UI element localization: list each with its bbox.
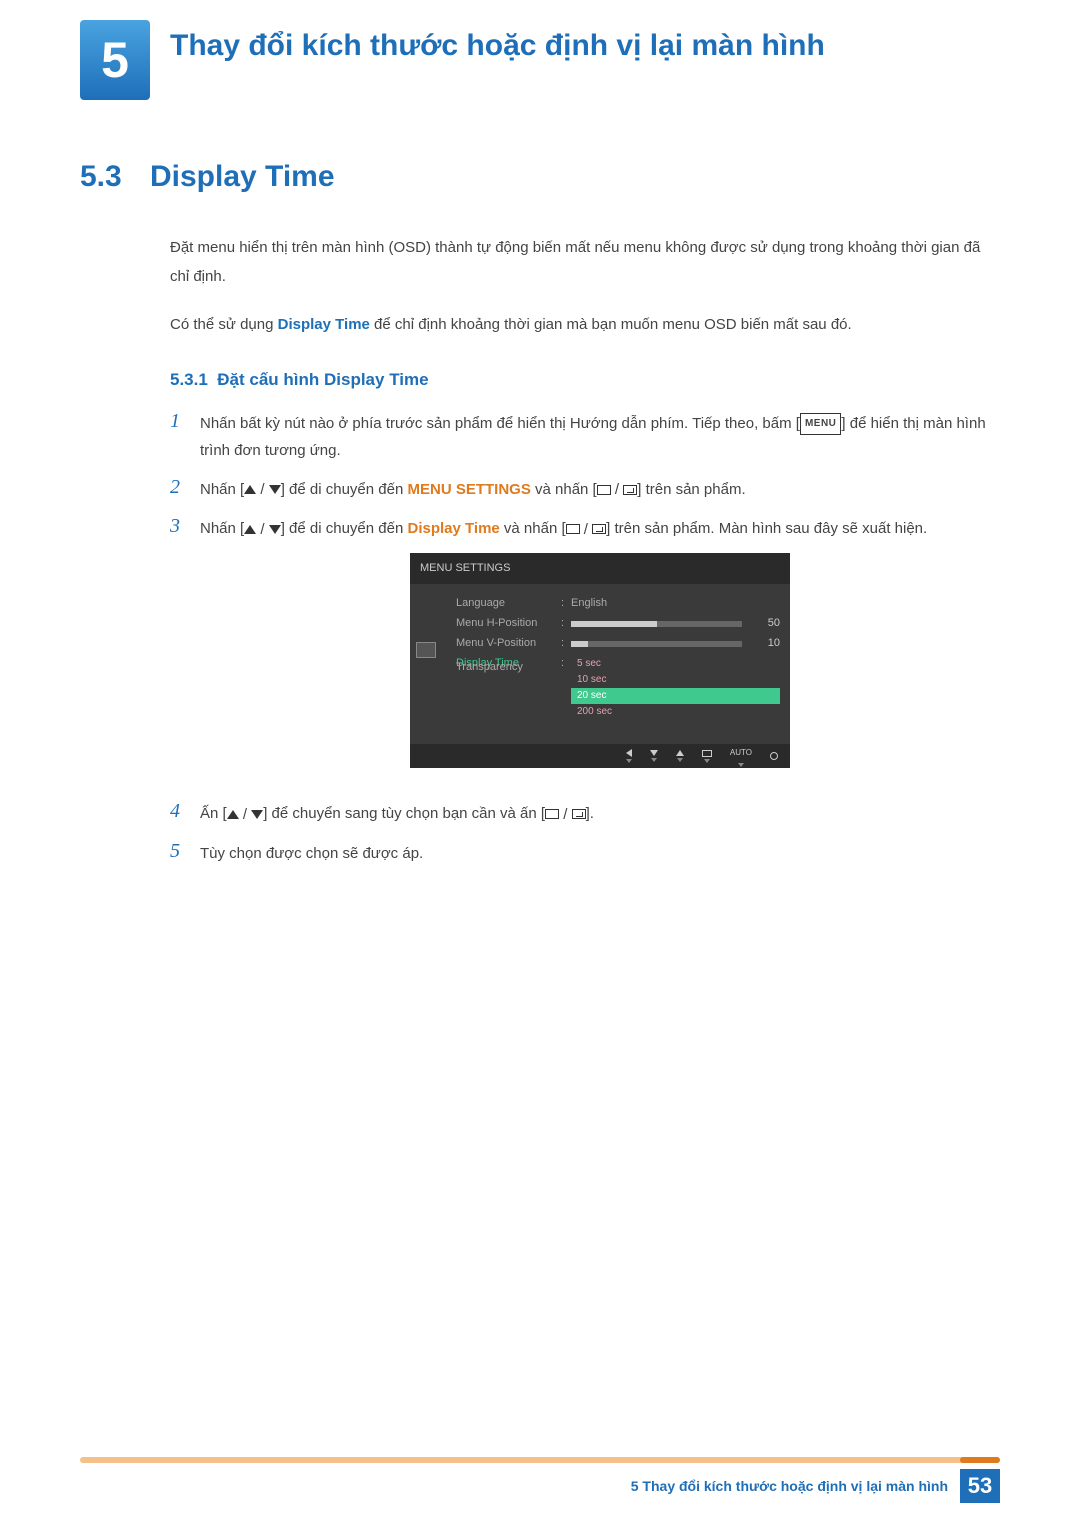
osd-select-icon bbox=[702, 750, 712, 757]
section-heading: 5.3Display Time bbox=[80, 160, 1000, 194]
osd-row-v-position: Menu V-Position : 10 bbox=[456, 634, 780, 654]
select-enter-icon: / bbox=[566, 516, 607, 543]
step-2: 2 Nhấn [ / ] để di chuyển đến MENU SETTI… bbox=[170, 476, 1000, 504]
step-4: 4 Ấn [ / ] để chuyển sang tùy chọn bạn c… bbox=[170, 800, 1000, 828]
osd-auto-label: AUTO bbox=[730, 746, 752, 760]
display-time-keyword: Display Time bbox=[407, 520, 499, 537]
subsection-title: Đặt cấu hình Display Time bbox=[217, 370, 428, 389]
osd-down-icon bbox=[650, 750, 658, 756]
up-down-arrow-icon: / bbox=[244, 516, 281, 543]
chapter-header: 5 Thay đổi kích thước hoặc định vị lại m… bbox=[0, 0, 1000, 100]
osd-category-icon bbox=[416, 642, 436, 658]
osd-up-icon bbox=[676, 750, 684, 756]
display-time-keyword: Display Time bbox=[278, 316, 370, 333]
osd-menu-screenshot: MENU SETTINGS Language : English M bbox=[410, 553, 790, 769]
osd-footer-buttons: AUTO bbox=[410, 744, 790, 768]
step-3: 3 Nhấn [ / ] để di chuyển đến Display Ti… bbox=[170, 515, 1000, 788]
section-number: 5.3 bbox=[80, 160, 150, 194]
osd-row-h-position: Menu H-Position : 50 bbox=[456, 614, 780, 634]
subsection-number: 5.3.1 bbox=[170, 370, 208, 389]
menu-settings-keyword: MENU SETTINGS bbox=[407, 481, 530, 498]
page-footer: 5 Thay đổi kích thước hoặc định vị lại m… bbox=[0, 1457, 1080, 1527]
osd-row-transparency: Transparency bbox=[456, 658, 780, 678]
footer-page-number: 53 bbox=[960, 1469, 1000, 1503]
step-5: 5 Tùy chọn được chọn sẽ được áp. bbox=[170, 840, 1000, 867]
select-enter-icon: / bbox=[597, 476, 638, 503]
osd-back-icon bbox=[626, 749, 632, 757]
select-enter-icon: / bbox=[545, 801, 586, 828]
section-title: Display Time bbox=[150, 160, 335, 193]
menu-button-label: MENU bbox=[800, 413, 841, 435]
step-number: 4 bbox=[170, 800, 200, 823]
step-number: 3 bbox=[170, 515, 200, 538]
step-number: 1 bbox=[170, 410, 200, 433]
up-down-arrow-icon: / bbox=[227, 801, 264, 828]
chapter-title: Thay đổi kích thước hoặc định vị lại màn… bbox=[170, 20, 825, 64]
step-number: 2 bbox=[170, 476, 200, 499]
osd-slider bbox=[571, 641, 742, 647]
chapter-number-badge: 5 bbox=[80, 20, 150, 100]
osd-power-icon bbox=[770, 752, 778, 760]
step-number: 5 bbox=[170, 840, 200, 863]
footer-decorative-bar bbox=[80, 1457, 1000, 1463]
section-paragraph-2: Có thể sử dụng Display Time để chỉ định … bbox=[170, 311, 1000, 340]
up-down-arrow-icon: / bbox=[244, 476, 281, 503]
footer-chapter-ref: 5 Thay đổi kích thước hoặc định vị lại m… bbox=[631, 1478, 948, 1494]
step-1: 1 Nhấn bất kỳ nút nào ở phía trước sản p… bbox=[170, 410, 1000, 464]
section-paragraph-1: Đặt menu hiển thị trên màn hình (OSD) th… bbox=[170, 234, 1000, 291]
osd-row-language: Language : English bbox=[456, 594, 780, 614]
osd-slider bbox=[571, 621, 742, 627]
subsection-heading: 5.3.1 Đặt cấu hình Display Time bbox=[170, 370, 1000, 390]
osd-title: MENU SETTINGS bbox=[410, 553, 790, 585]
